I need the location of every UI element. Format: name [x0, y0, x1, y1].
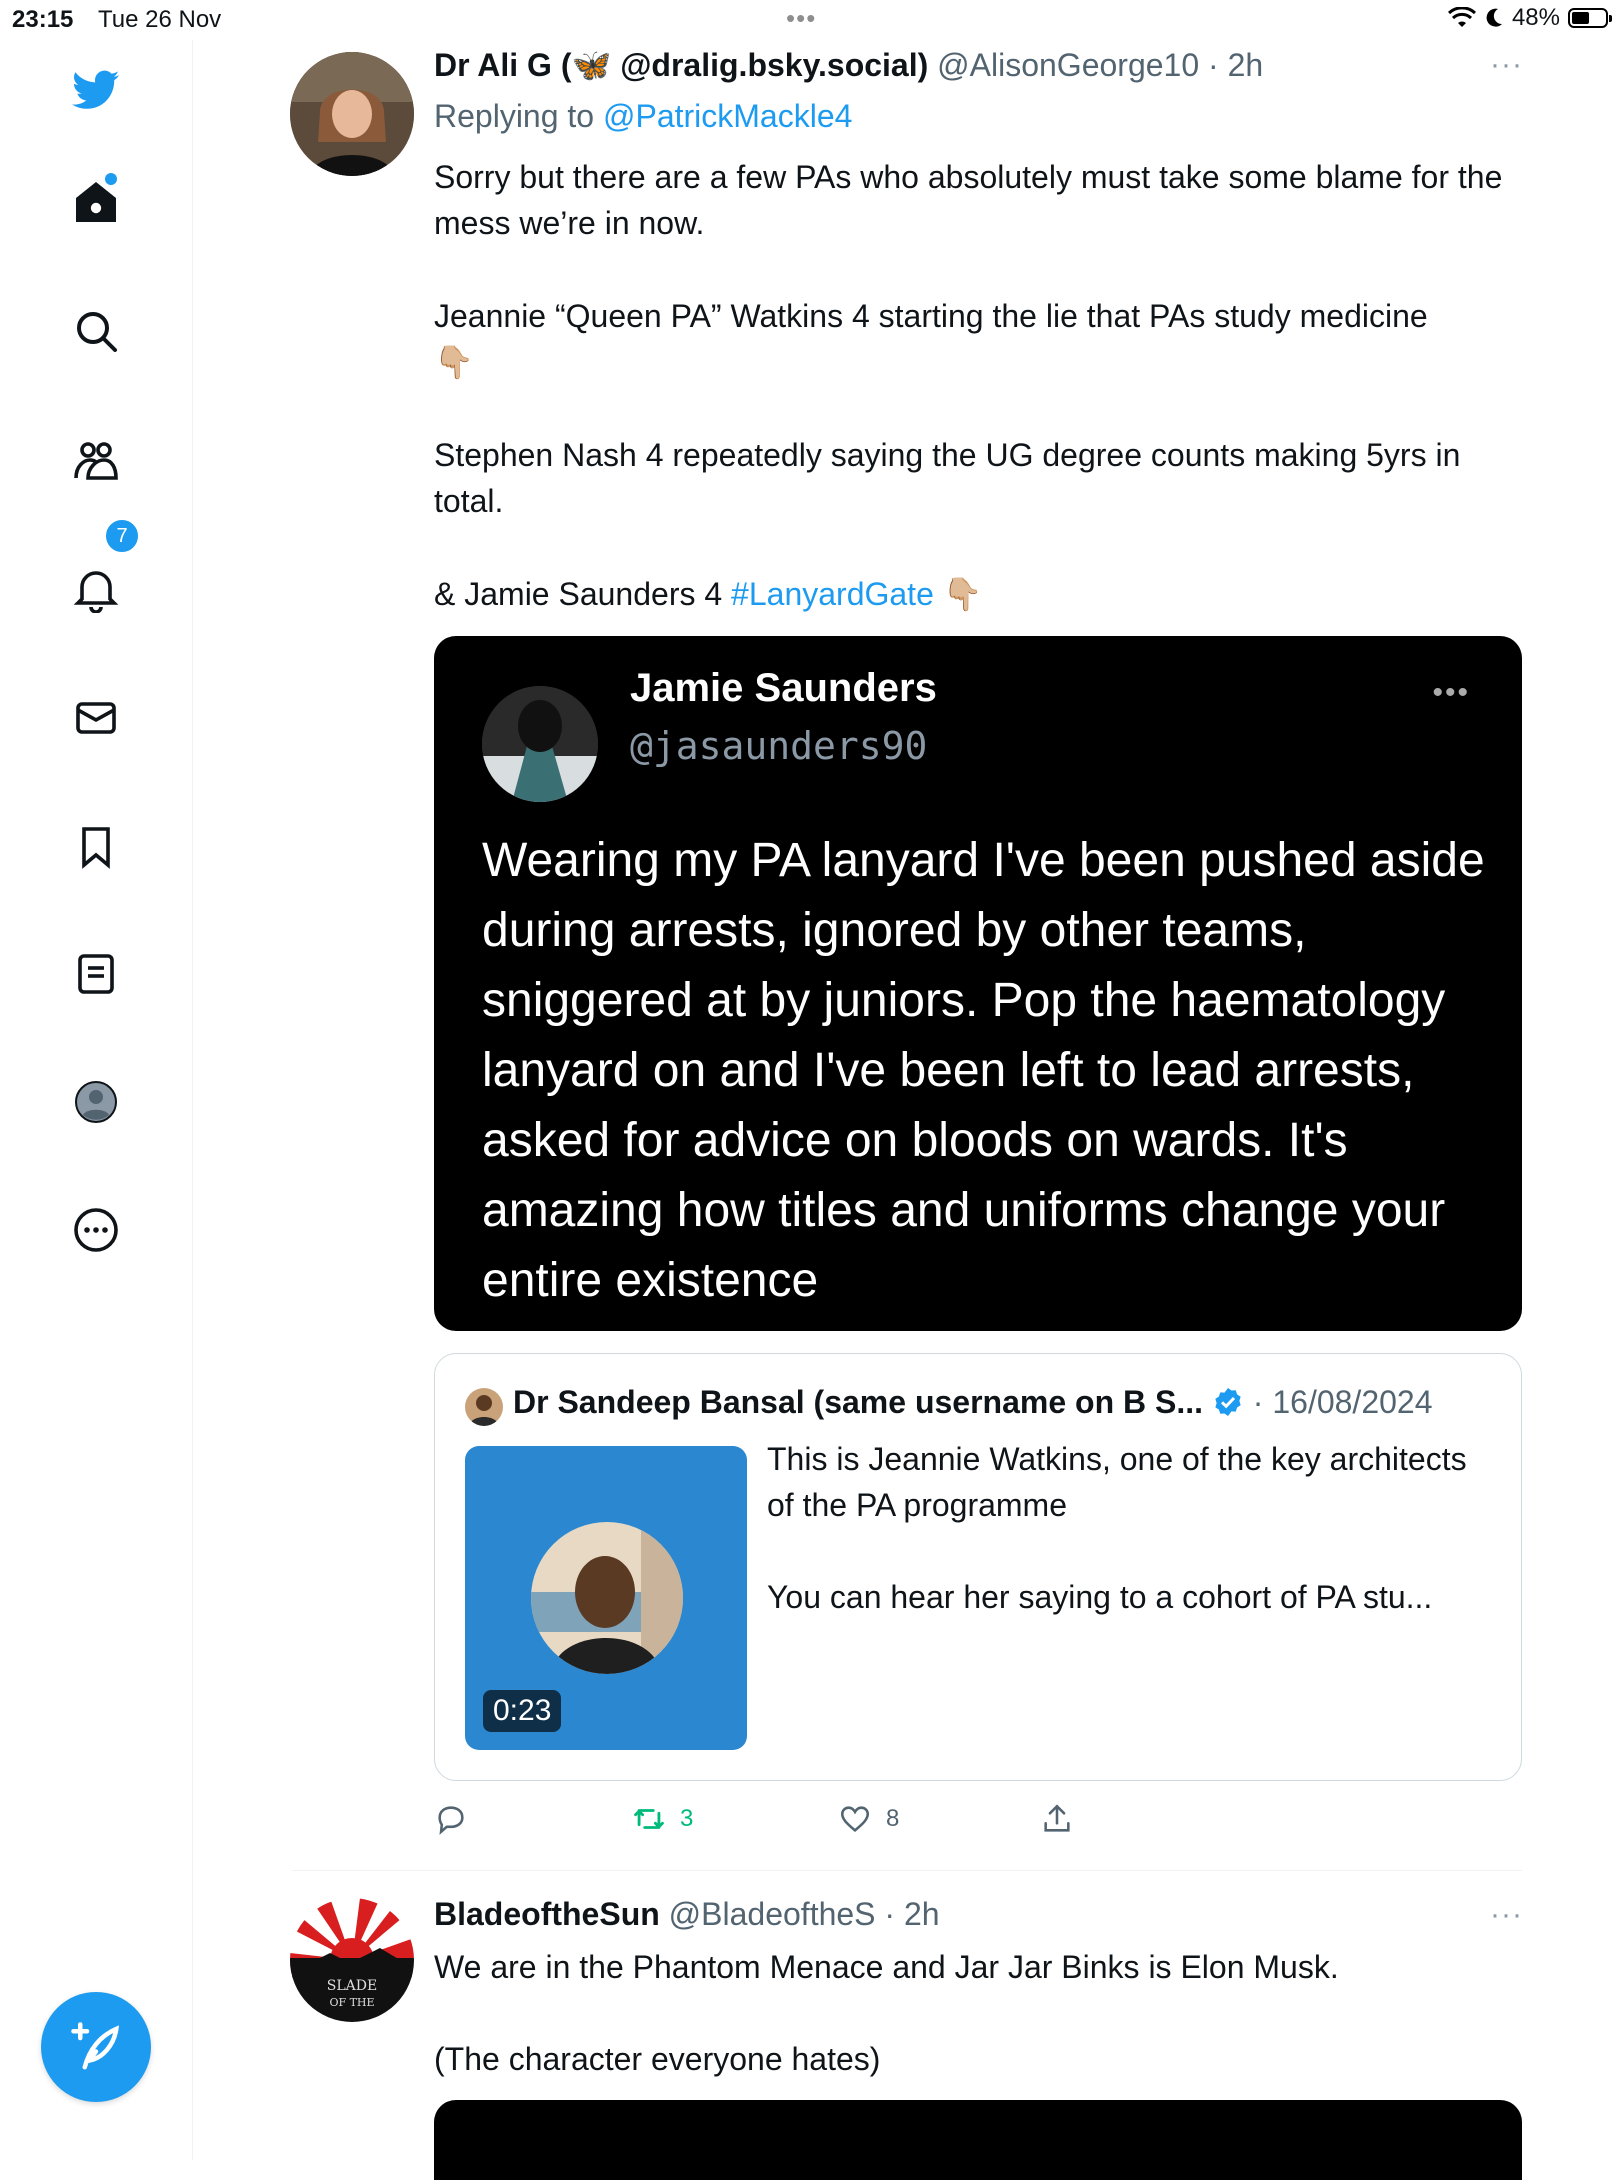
status-date: Tue 26 Nov: [98, 6, 222, 33]
retweet-icon: [634, 1809, 664, 1829]
retweet-count: 3: [680, 1805, 694, 1832]
heart-icon: [840, 1806, 870, 1832]
notifications-badge: 7: [104, 518, 140, 554]
tweet-text-p1: Sorry but there are a few PAs who absolu…: [434, 159, 1503, 241]
tweet2-text-p2: (The character everyone hates): [434, 2041, 881, 2077]
quote-tweet[interactable]: Dr Sandeep Bansal (same username on B S.…: [434, 1353, 1522, 1781]
replying-prefix: Replying to: [434, 98, 595, 134]
reply-icon: [438, 1806, 464, 1835]
author-name[interactable]: Dr Ali G (🦋 @dralig.bsky.social): [434, 47, 928, 83]
embedded-text: Wearing my PA lanyard I've been pushed a…: [482, 834, 1485, 1307]
embedded-author-handle: @jasaunders90: [630, 724, 928, 768]
moon-icon: [1486, 8, 1502, 27]
compose-icon: [71, 2022, 120, 2070]
tweet-text-p3: Stephen Nash 4 repeatedly saying the UG …: [434, 437, 1461, 519]
tweet-author-avatar[interactable]: [290, 52, 414, 176]
embedded-author-name: Jamie Saunders: [630, 666, 937, 710]
tweet-image[interactable]: Jamie Saunders @jasaunders90 ••• Wearing…: [434, 636, 1522, 1331]
share-button[interactable]: [1040, 1802, 1074, 1836]
tweet2-media[interactable]: [434, 2100, 1522, 2180]
messages-icon[interactable]: [70, 692, 122, 744]
replying-to-link[interactable]: @PatrickMackle4: [603, 98, 852, 134]
retweet-button[interactable]: 3: [632, 1802, 693, 1836]
separator: ·: [1252, 1384, 1264, 1420]
battery-percent: 48%: [1511, 4, 1560, 31]
status-right: 48%: [1447, 4, 1612, 32]
compose-button[interactable]: [41, 1992, 151, 2102]
video-thumbnail-face: [531, 1522, 683, 1674]
tweet-text-p2: Jeannie “Queen PA” Watkins 4 starting th…: [434, 293, 1534, 385]
bookmarks-icon[interactable]: [70, 821, 122, 873]
tweet-text-p4-main: & Jamie Saunders 4: [434, 576, 723, 612]
tweet2-header: BladeoftheSun @BladeoftheS · 2h: [434, 1896, 940, 1933]
quote-text-p1: This is Jeannie Watkins, one of the key …: [767, 1441, 1467, 1523]
svg-text:SLADE: SLADE: [327, 1978, 377, 1994]
hashtag-link[interactable]: #LanyardGate: [731, 576, 934, 612]
replying-to: Replying to @PatrickMackle4: [434, 98, 852, 135]
embedded-avatar: [482, 686, 598, 802]
tweet2-author-name[interactable]: BladeoftheSun: [434, 1896, 660, 1932]
profile-icon[interactable]: [70, 1076, 122, 1128]
reply-button[interactable]: [434, 1802, 482, 1836]
point-down-emoji: 👇🏼: [942, 576, 983, 612]
quote-author-name: Dr Sandeep Bansal (same username on B S.…: [513, 1384, 1204, 1420]
tweet-header: Dr Ali G (🦋 @dralig.bsky.social) @Alison…: [434, 46, 1263, 84]
quote-text-p2: You can hear her saying to a cohort of P…: [767, 1579, 1433, 1615]
like-count: 8: [886, 1805, 900, 1832]
like-button[interactable]: 8: [838, 1802, 899, 1836]
quote-header: Dr Sandeep Bansal (same username on B S.…: [513, 1384, 1433, 1421]
separator: ·: [884, 1896, 896, 1932]
more-icon[interactable]: [70, 1204, 122, 1256]
point-down-emoji: 👇🏼: [434, 344, 474, 380]
quote-date: 16/08/2024: [1272, 1384, 1433, 1420]
tweet2-author-avatar[interactable]: SLADE OF THE: [290, 1898, 414, 2022]
embedded-more-icon: •••: [1432, 676, 1470, 709]
tweet-text-p4: & Jamie Saunders 4 #LanyardGate 👇🏼: [434, 571, 1534, 617]
tweet-divider: [292, 1870, 1522, 1871]
tweet-text-p2-main: Jeannie “Queen PA” Watkins 4 starting th…: [434, 298, 1428, 334]
tweet-more-button[interactable]: ···: [1490, 48, 1523, 82]
tweet2-more-button[interactable]: ···: [1490, 1898, 1523, 1932]
tweet2-text-p1: We are in the Phantom Menace and Jar Jar…: [434, 1949, 1339, 1985]
quote-video-thumbnail[interactable]: 0:23: [465, 1446, 747, 1750]
multitask-dots[interactable]: •••: [786, 3, 816, 34]
separator: ·: [1208, 47, 1219, 83]
verified-badge-icon: [1215, 1388, 1241, 1416]
notifications-icon[interactable]: [70, 563, 122, 615]
wifi-icon: [1447, 7, 1476, 27]
status-bar: 23:15 Tue 26 Nov ••• 48%: [0, 0, 1620, 40]
communities-icon[interactable]: [70, 434, 122, 486]
tweet2-author-handle[interactable]: @BladeoftheS: [669, 1896, 876, 1932]
author-handle[interactable]: @AlisonGeorge10: [937, 47, 1199, 83]
lists-icon[interactable]: [70, 948, 122, 1000]
search-icon[interactable]: [70, 305, 122, 357]
status-time: 23:15: [12, 6, 74, 33]
quote-author-avatar: [465, 1388, 503, 1426]
tweet2-time[interactable]: 2h: [904, 1896, 940, 1932]
share-icon: [1044, 1804, 1070, 1832]
twitter-logo-icon[interactable]: [70, 64, 122, 116]
svg-text:OF THE: OF THE: [329, 1996, 374, 2009]
home-unread-dot: [105, 173, 117, 185]
tweet-time[interactable]: 2h: [1228, 47, 1264, 83]
quote-text: This is Jeannie Watkins, one of the key …: [767, 1436, 1487, 1620]
battery-icon: [1568, 8, 1612, 28]
video-duration: 0:23: [483, 1690, 562, 1732]
